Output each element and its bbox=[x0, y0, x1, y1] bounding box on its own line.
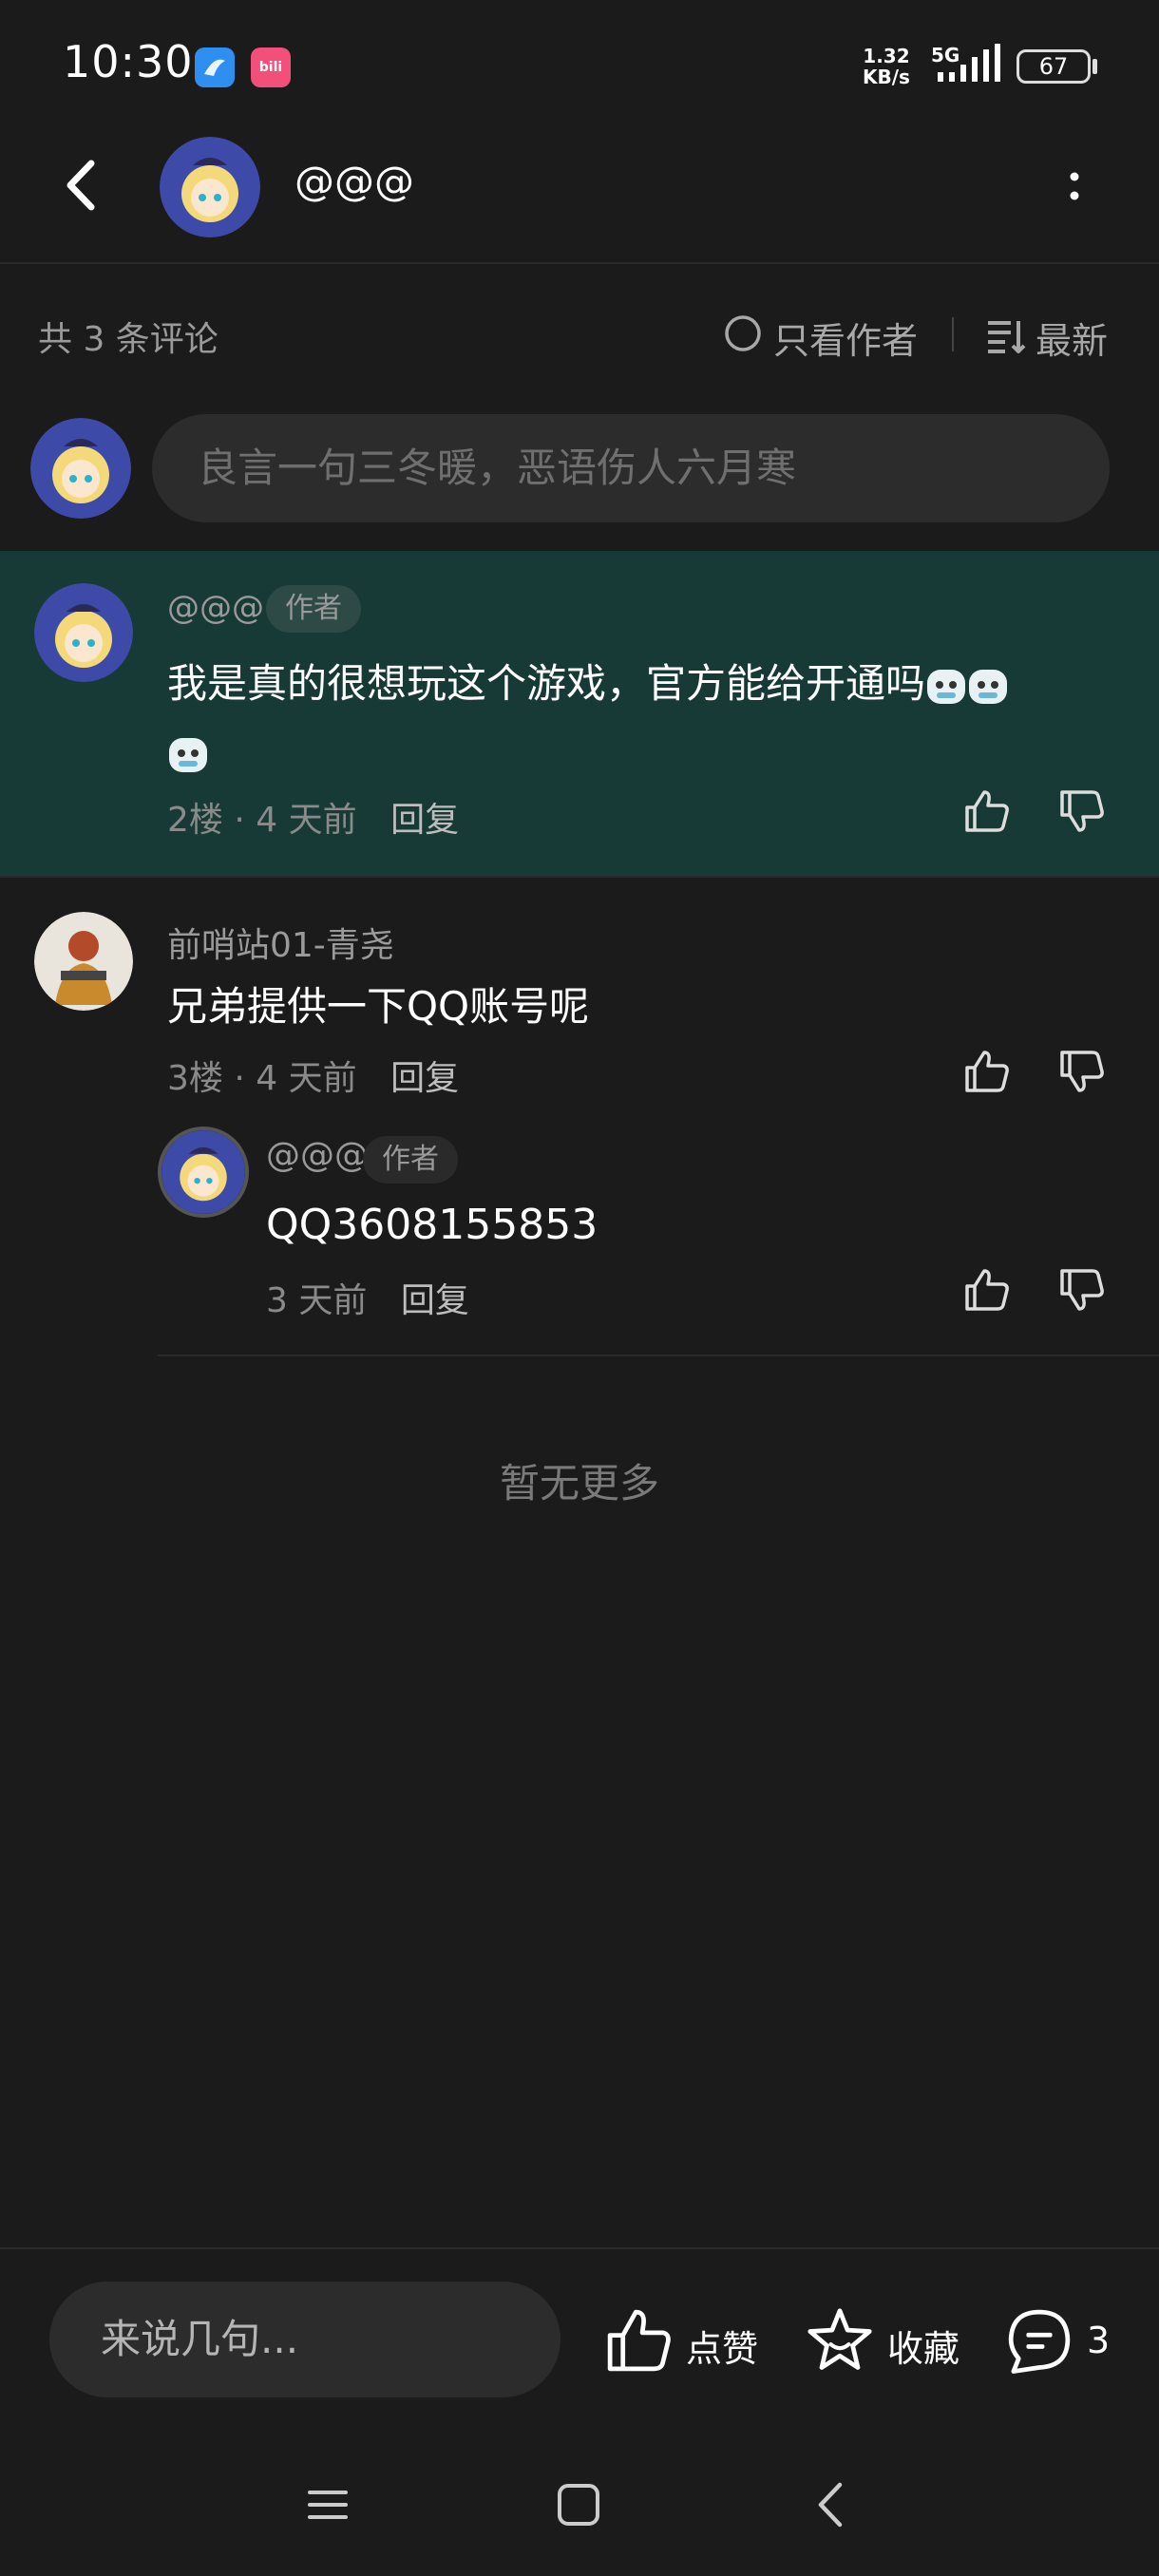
thumbs-down-icon[interactable] bbox=[1054, 1263, 1108, 1316]
thumbs-down-icon[interactable] bbox=[1054, 785, 1108, 838]
page-title: @@@ bbox=[294, 158, 414, 204]
more-options-icon[interactable] bbox=[1060, 163, 1089, 211]
reply-button[interactable]: 回复 bbox=[390, 801, 459, 840]
comment-time: 4 天前 bbox=[256, 1059, 357, 1098]
comment-meta: 2楼 · 4 天前 回复 bbox=[167, 792, 459, 842]
battery-tip bbox=[1092, 59, 1097, 74]
current-user-avatar bbox=[30, 418, 131, 519]
comment-text: 我是真的很想玩这个游戏，官方能给开通吗 bbox=[167, 650, 1098, 786]
sort-button[interactable]: 最新 bbox=[1036, 312, 1108, 364]
net-speed: 1.32 KB/s bbox=[863, 46, 910, 87]
crying-emoji-icon bbox=[927, 669, 966, 704]
comment-count: 共 3 条评论 bbox=[38, 320, 218, 359]
comment-input[interactable]: 良言一句三冬暖，恶语伤人六月寒 bbox=[152, 414, 1110, 522]
signal-icon bbox=[938, 44, 1000, 82]
sort-icon[interactable] bbox=[988, 319, 1026, 353]
only-author-radio-icon[interactable] bbox=[724, 310, 766, 357]
comment-meta: 3楼 · 4 天前 回复 bbox=[167, 1051, 459, 1100]
crying-emoji-icon bbox=[969, 669, 1008, 704]
divider bbox=[0, 876, 1159, 878]
recent-apps-icon[interactable] bbox=[304, 2481, 352, 2529]
meta-separator: · bbox=[234, 801, 256, 840]
reply-text: QQ3608155853 bbox=[266, 1201, 598, 1249]
filter-divider bbox=[952, 317, 954, 351]
avatar[interactable] bbox=[158, 1127, 249, 1218]
reply-time: 3 天前 bbox=[266, 1281, 368, 1320]
browser-app-icon bbox=[195, 47, 235, 87]
bottom-comment-input[interactable]: 来说几句... bbox=[49, 2282, 560, 2397]
favorite-button-label[interactable]: 收藏 bbox=[887, 2320, 960, 2372]
floor-number: 3楼 bbox=[167, 1059, 223, 1098]
floor-number: 2楼 bbox=[167, 801, 223, 840]
comment-bubble-icon[interactable] bbox=[1003, 2304, 1075, 2377]
comment-username[interactable]: 前哨站01-青尧 bbox=[167, 918, 394, 967]
reply-button[interactable]: 回复 bbox=[390, 1059, 459, 1098]
author-badge: 作者 bbox=[363, 1136, 458, 1184]
crying-emoji-icon bbox=[169, 737, 207, 772]
net-speed-unit: KB/s bbox=[863, 66, 910, 88]
comment-username[interactable]: @@@ bbox=[167, 589, 264, 627]
thumbs-up-icon[interactable] bbox=[960, 1263, 1013, 1316]
reply-username[interactable]: @@@ bbox=[266, 1136, 369, 1175]
no-more-label: 暂无更多 bbox=[499, 1460, 659, 1506]
avatar[interactable] bbox=[160, 137, 260, 237]
meta-separator: · bbox=[234, 1059, 256, 1098]
bilibili-app-icon: bili bbox=[251, 47, 291, 87]
system-back-icon[interactable] bbox=[808, 2479, 855, 2530]
author-badge: 作者 bbox=[266, 585, 361, 633]
reply-meta: 3 天前 回复 bbox=[266, 1273, 469, 1322]
battery-indicator: 67 bbox=[1016, 49, 1091, 84]
avatar[interactable] bbox=[34, 583, 133, 682]
divider bbox=[158, 1354, 1159, 1356]
thumbs-up-icon[interactable] bbox=[960, 1045, 1013, 1098]
thumbs-up-icon[interactable] bbox=[960, 785, 1013, 838]
comment-count-badge[interactable]: 3 bbox=[1087, 2320, 1110, 2361]
avatar[interactable] bbox=[34, 912, 133, 1011]
star-icon[interactable] bbox=[804, 2304, 876, 2377]
net-speed-value: 1.32 bbox=[863, 45, 910, 67]
comment-time: 4 天前 bbox=[256, 801, 357, 840]
back-arrow-icon[interactable] bbox=[53, 152, 110, 218]
like-button-label[interactable]: 点赞 bbox=[686, 2320, 758, 2372]
thumbs-up-icon[interactable] bbox=[602, 2304, 674, 2377]
comment-text: 兄弟提供一下QQ账号呢 bbox=[167, 983, 590, 1030]
reply-button[interactable]: 回复 bbox=[401, 1281, 469, 1320]
only-author-toggle[interactable]: 只看作者 bbox=[773, 312, 918, 364]
comment-body: 我是真的很想玩这个游戏，官方能给开通吗 bbox=[167, 660, 926, 707]
thumbs-down-icon[interactable] bbox=[1054, 1045, 1108, 1098]
status-time: 10:30 bbox=[63, 36, 194, 87]
home-icon[interactable] bbox=[555, 2481, 602, 2529]
